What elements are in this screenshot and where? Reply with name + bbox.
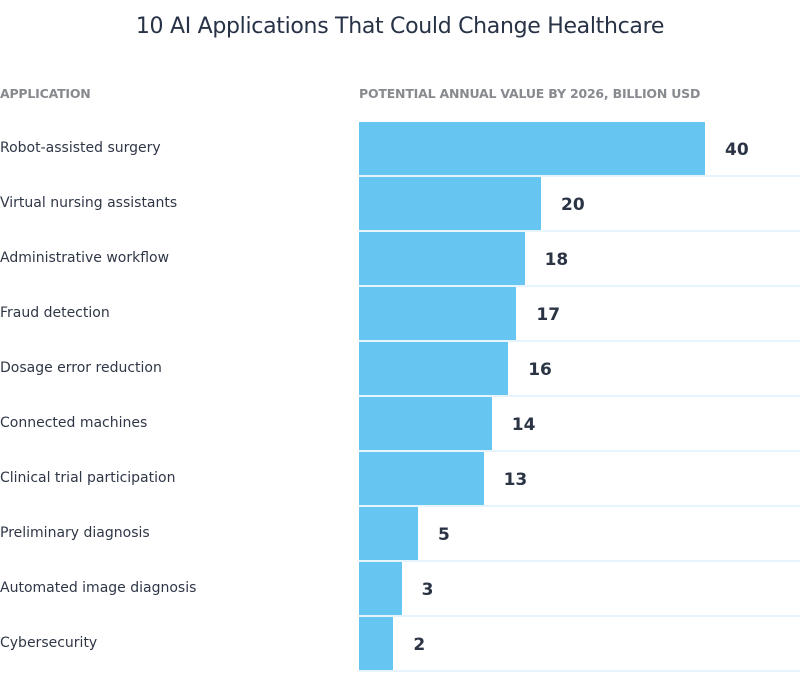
value-label: 16 bbox=[528, 360, 552, 380]
bar bbox=[359, 507, 418, 560]
category-label: Fraud detection bbox=[0, 305, 110, 321]
bar-row: Cybersecurity 2 bbox=[0, 617, 800, 672]
value-label: 17 bbox=[536, 305, 561, 325]
bar bbox=[359, 452, 484, 505]
bar-row: Connected machines 14 bbox=[0, 397, 800, 452]
value-label: 20 bbox=[561, 195, 585, 215]
value-label: 13 bbox=[503, 470, 528, 490]
chart-title: 10 AI Applications That Could Change Hea… bbox=[135, 14, 665, 39]
value-label: 3 bbox=[421, 580, 434, 600]
category-label: Clinical trial participation bbox=[0, 470, 176, 486]
bar bbox=[359, 562, 402, 615]
category-label: Preliminary diagnosis bbox=[0, 525, 150, 541]
value-label: 14 bbox=[511, 415, 536, 435]
bar-row: Fraud detection 17 bbox=[0, 287, 800, 342]
category-label: Connected machines bbox=[0, 415, 148, 431]
value-label: 18 bbox=[544, 250, 569, 270]
value-label: 2 bbox=[413, 635, 426, 655]
bar bbox=[359, 232, 525, 285]
row-separator bbox=[359, 670, 800, 672]
category-label: Dosage error reduction bbox=[0, 360, 162, 376]
bar bbox=[359, 287, 517, 340]
category-label: Virtual nursing assistants bbox=[0, 195, 178, 211]
category-label: Automated image diagnosis bbox=[0, 580, 197, 596]
category-label: Administrative workflow bbox=[0, 250, 170, 266]
value-label: 40 bbox=[725, 140, 749, 160]
bar-row: Dosage error reduction 16 bbox=[0, 342, 800, 397]
bar bbox=[359, 397, 492, 450]
bar-row: Administrative workflow 18 bbox=[0, 232, 800, 287]
category-label: Cybersecurity bbox=[0, 635, 98, 651]
bar bbox=[359, 342, 509, 395]
category-label: Robot-assisted surgery bbox=[0, 140, 161, 156]
value-label: 5 bbox=[438, 525, 450, 545]
bar-row: Robot-assisted surgery 40 bbox=[0, 122, 800, 177]
bar bbox=[359, 617, 394, 670]
bar-row: Automated image diagnosis 3 bbox=[0, 562, 800, 617]
bar bbox=[359, 122, 705, 175]
bar-row: Clinical trial participation 13 bbox=[0, 452, 800, 507]
value-column-header: POTENTIAL ANNUAL VALUE BY 2026, BILLION … bbox=[359, 86, 701, 101]
bar-row: Preliminary diagnosis 5 bbox=[0, 507, 800, 562]
bar-row: Virtual nursing assistants 20 bbox=[0, 177, 800, 232]
category-column-header: APPLICATION bbox=[0, 86, 91, 101]
bar bbox=[359, 177, 541, 230]
